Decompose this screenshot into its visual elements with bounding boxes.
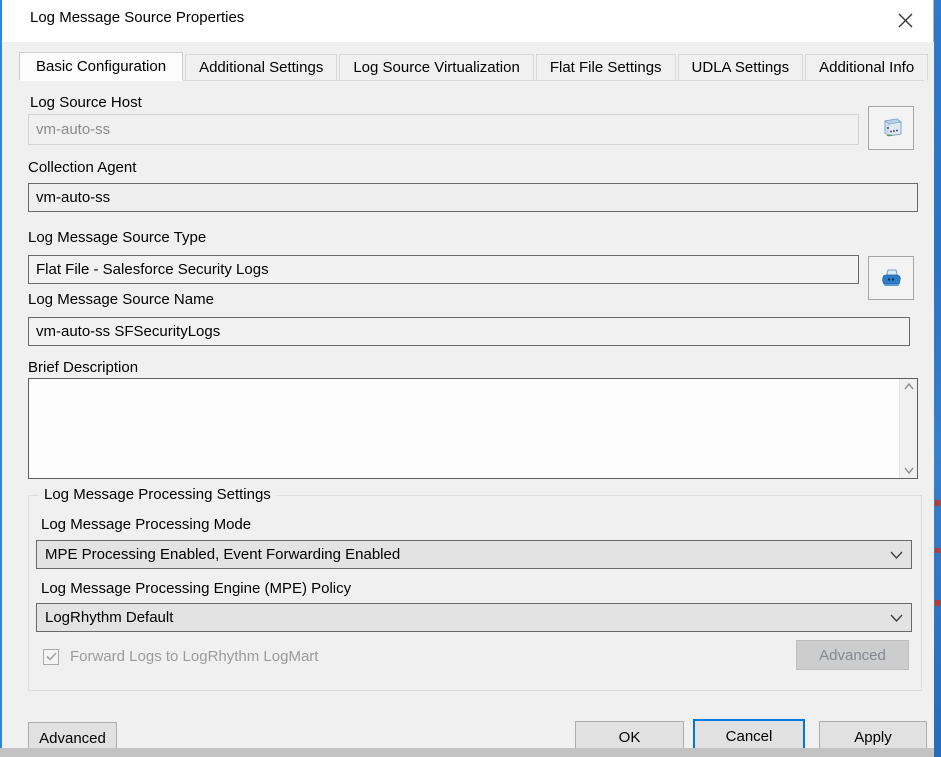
brief-description-label: Brief Description [28,359,138,376]
group-advanced-button-label: Advanced [819,647,886,664]
brief-description-input[interactable] [29,379,899,478]
group-advanced-button[interactable]: Advanced [796,640,909,670]
mpe-policy-label: Log Message Processing Engine (MPE) Poli… [41,580,351,597]
tab-additional-info[interactable]: Additional Info [805,54,928,80]
tab-label: Basic Configuration [36,58,166,75]
log-source-type-icon [878,265,904,291]
background-window-sliver [934,0,941,757]
apply-button-label: Apply [854,729,892,746]
chevron-down-icon [890,551,903,559]
collection-agent-value: vm-auto-ss [36,189,110,206]
log-source-host-label: Log Source Host [30,94,142,111]
log-message-source-name-input[interactable]: vm-auto-ss SFSecurityLogs [28,317,910,346]
dialog-body: Basic Configuration Additional Settings … [2,42,934,757]
tab-flat-file-settings[interactable]: Flat File Settings [536,54,676,80]
tab-label: Flat File Settings [550,59,662,76]
mpe-policy-value: LogRhythm Default [45,609,173,626]
dialog-log-message-source-properties: Log Message Source Properties Basic Conf… [0,0,934,757]
log-message-source-type-input[interactable]: Flat File - Salesforce Security Logs [28,255,859,284]
brief-description-scrollbar[interactable] [899,379,917,478]
titlebar: Log Message Source Properties [2,0,933,42]
chevron-up-icon[interactable] [904,383,914,390]
tab-label: UDLA Settings [692,59,790,76]
log-message-source-name-value: vm-auto-ss SFSecurityLogs [36,323,220,340]
log-source-host-value: vm-auto-ss [36,121,110,138]
brief-description-box [28,378,918,479]
ok-button-label: OK [619,729,641,746]
log-message-source-name-label: Log Message Source Name [28,291,214,308]
tab-strip: Basic Configuration Additional Settings … [19,52,924,81]
host-computer-icon [878,115,904,141]
mpe-policy-dropdown[interactable]: LogRhythm Default [36,603,912,632]
processing-settings-legend: Log Message Processing Settings [39,486,276,503]
chevron-down-icon [890,614,903,622]
tab-additional-settings[interactable]: Additional Settings [185,54,337,80]
tab-label: Log Source Virtualization [353,59,520,76]
log-message-source-type-value: Flat File - Salesforce Security Logs [36,261,269,278]
processing-mode-value: MPE Processing Enabled, Event Forwarding… [45,546,400,563]
processing-mode-label: Log Message Processing Mode [41,516,251,533]
log-message-source-type-label: Log Message Source Type [28,229,206,246]
check-icon [46,652,57,661]
chevron-down-icon[interactable] [904,467,914,474]
forward-logs-checkbox-label: Forward Logs to LogRhythm LogMart [70,648,318,665]
tab-label: Additional Info [819,59,914,76]
screen-bottom-strip [0,748,941,757]
processing-settings-groupbox: Log Message Processing Settings Log Mess… [28,495,922,691]
close-icon [898,13,913,28]
tab-basic-configuration[interactable]: Basic Configuration [19,52,183,81]
tab-label: Additional Settings [199,59,323,76]
forward-logs-checkbox[interactable] [43,649,59,665]
processing-mode-dropdown[interactable]: MPE Processing Enabled, Event Forwarding… [36,540,912,569]
select-source-type-button[interactable] [868,256,914,300]
tab-udla-settings[interactable]: UDLA Settings [678,54,804,80]
collection-agent-label: Collection Agent [28,159,136,176]
cancel-button-label: Cancel [726,728,773,745]
close-button[interactable] [889,6,921,34]
collection-agent-input[interactable]: vm-auto-ss [28,183,918,212]
log-source-host-input: vm-auto-ss [28,114,859,145]
tab-log-source-virtualization[interactable]: Log Source Virtualization [339,54,534,80]
forward-logs-checkbox-row: Forward Logs to LogRhythm LogMart [43,648,318,665]
window-title: Log Message Source Properties [30,9,244,26]
select-host-button[interactable] [868,106,914,150]
advanced-button-label: Advanced [39,730,106,747]
